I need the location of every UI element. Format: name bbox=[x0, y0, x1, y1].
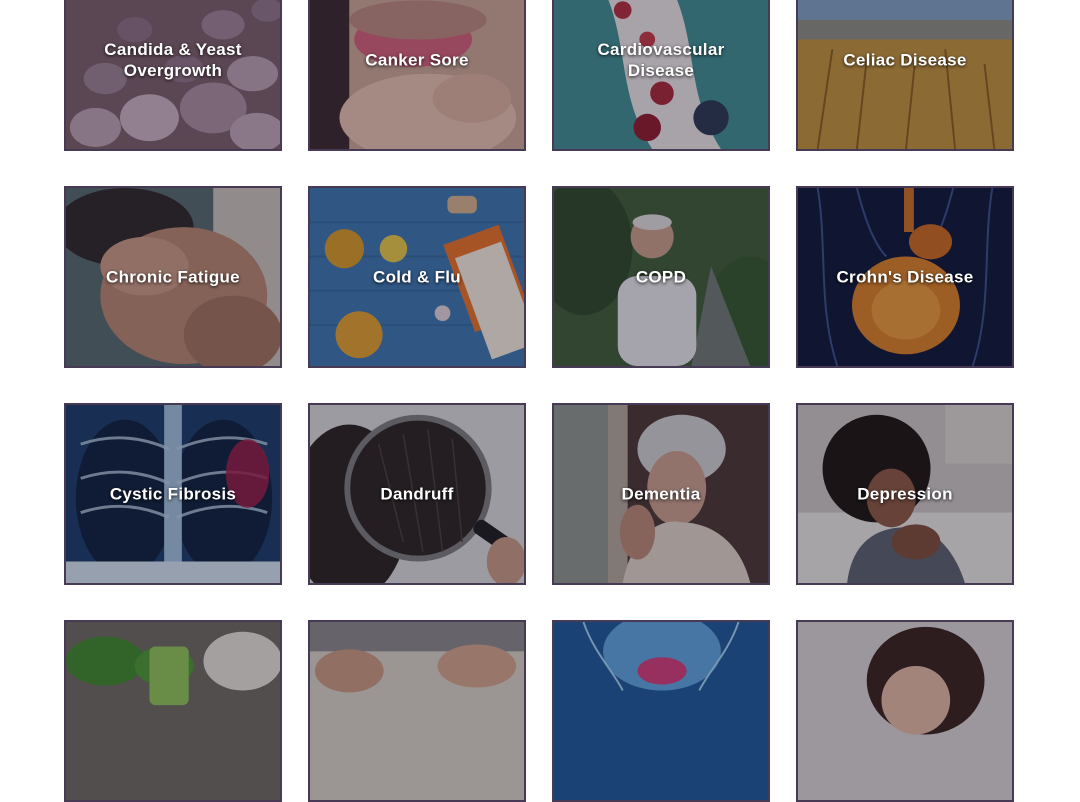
tile-label: COPD bbox=[635, 267, 687, 287]
tile-label: Celiac Disease bbox=[843, 50, 967, 70]
tile-label: Crohn's Disease bbox=[836, 267, 974, 287]
tile-cystic-fibrosis[interactable]: Cystic Fibrosis bbox=[64, 403, 282, 585]
tile-label: Depression bbox=[857, 484, 953, 504]
tile-candida-yeast-overgrowth[interactable]: Candida & Yeast Overgrowth bbox=[64, 0, 282, 151]
tile-overlay bbox=[798, 622, 1012, 800]
tile-label: Canker Sore bbox=[365, 50, 469, 70]
tile-partial-1[interactable] bbox=[64, 620, 282, 802]
tile-dementia[interactable]: Dementia bbox=[552, 403, 770, 585]
tile-partial-4[interactable] bbox=[796, 620, 1014, 802]
tile-dandruff[interactable]: Dandruff bbox=[308, 403, 526, 585]
tile-overlay bbox=[798, 0, 1012, 149]
tile-label: Dandruff bbox=[380, 484, 454, 504]
tile-overlay bbox=[310, 622, 524, 800]
tile-canker-sore[interactable]: Canker Sore bbox=[308, 0, 526, 151]
tile-cold-flu[interactable]: Cold & Flu bbox=[308, 186, 526, 368]
condition-grid: Candida & Yeast Overgrowth Canker Sore C… bbox=[0, 0, 1080, 802]
tile-label: Dementia bbox=[621, 484, 701, 504]
tile-partial-3[interactable] bbox=[552, 620, 770, 802]
tile-overlay bbox=[554, 622, 768, 800]
tile-cardiovascular-disease[interactable]: Cardiovascular Disease bbox=[552, 0, 770, 151]
tile-label: Cardiovascular Disease bbox=[597, 40, 725, 80]
tile-celiac-disease[interactable]: Celiac Disease bbox=[796, 0, 1014, 151]
tile-label: Chronic Fatigue bbox=[106, 267, 240, 287]
tile-crohns-disease[interactable]: Crohn's Disease bbox=[796, 186, 1014, 368]
tile-partial-2[interactable] bbox=[308, 620, 526, 802]
tile-overlay bbox=[310, 0, 524, 149]
tile-label: Cold & Flu bbox=[373, 267, 461, 287]
tile-overlay bbox=[66, 622, 280, 800]
tile-copd[interactable]: COPD bbox=[552, 186, 770, 368]
tile-depression[interactable]: Depression bbox=[796, 403, 1014, 585]
tile-chronic-fatigue[interactable]: Chronic Fatigue bbox=[64, 186, 282, 368]
tile-label: Cystic Fibrosis bbox=[109, 484, 237, 504]
tile-label: Candida & Yeast Overgrowth bbox=[104, 40, 242, 80]
